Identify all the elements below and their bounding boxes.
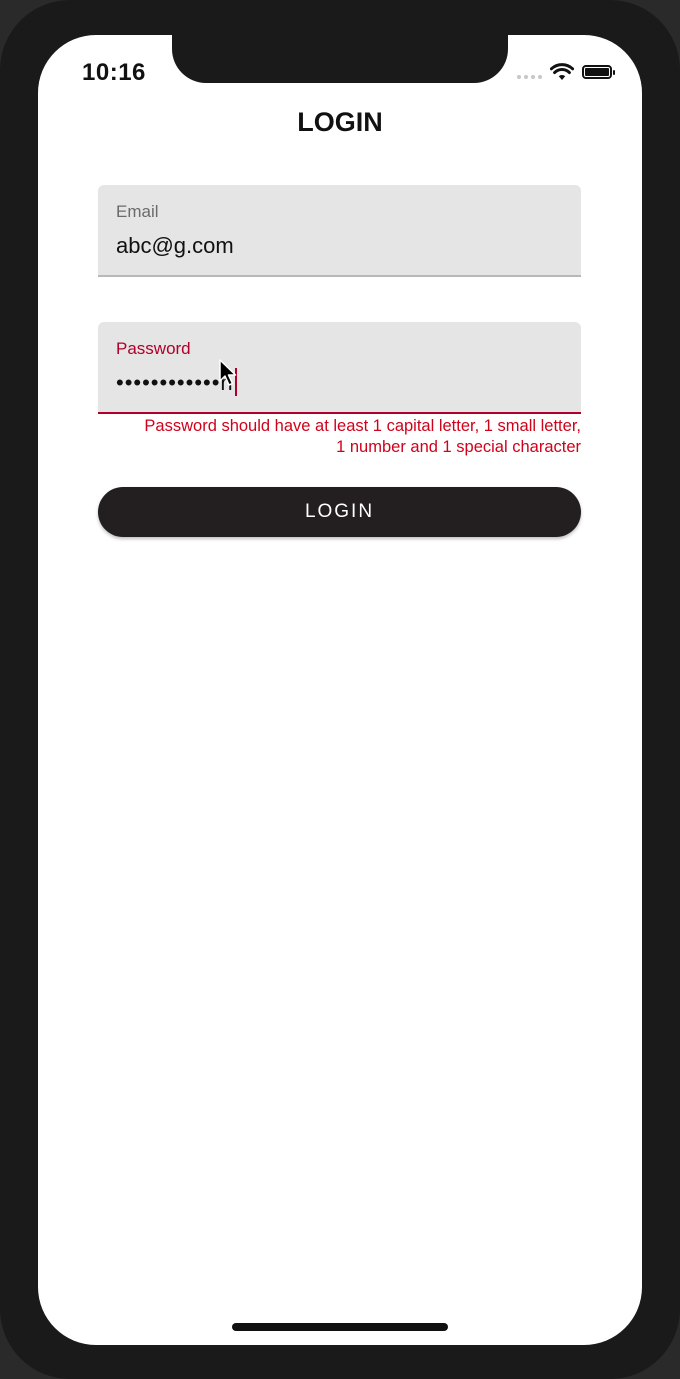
status-time: 10:16	[82, 59, 146, 86]
home-indicator[interactable]	[232, 1323, 448, 1331]
wifi-icon	[550, 63, 574, 80]
phone-frame: 10:16 LOGIN Email abc@g.com Password •••…	[0, 0, 680, 1379]
email-field[interactable]: Email abc@g.com	[98, 185, 581, 277]
email-label: Email	[116, 202, 159, 221]
app-screen: 10:16 LOGIN Email abc@g.com Password •••…	[38, 35, 642, 1345]
mouse-cursor-icon	[219, 359, 237, 386]
password-error-message: Password should have at least 1 capital …	[144, 417, 581, 456]
status-icons	[517, 63, 615, 81]
signal-icon	[517, 65, 542, 79]
login-button[interactable]: LOGIN	[98, 487, 581, 537]
login-button-label: LOGIN	[304, 501, 375, 522]
password-label: Password	[116, 339, 191, 358]
battery-icon	[582, 65, 615, 79]
password-masked-value: ••••••••••••n	[116, 370, 234, 395]
password-field[interactable]: Password ••••••••••••n	[98, 322, 581, 414]
email-input[interactable]: abc@g.com	[116, 233, 234, 259]
notch	[172, 35, 508, 83]
page-title: LOGIN	[297, 107, 383, 137]
